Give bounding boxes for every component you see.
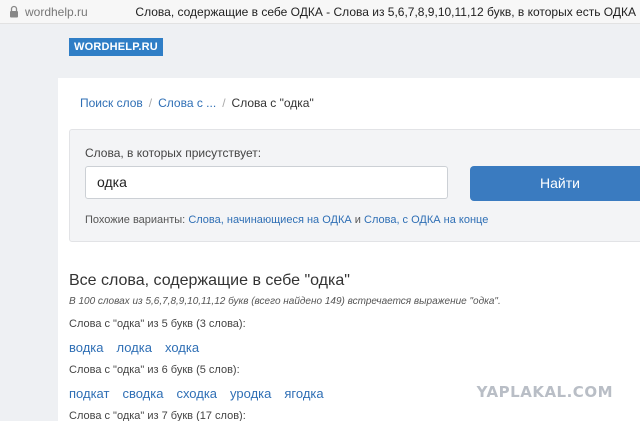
starts-with-link[interactable]: Слова, начинающиеся на ОДКА: [188, 214, 351, 226]
breadcrumb: Поиск слов / Слова с ... / Слова с "одка": [80, 96, 314, 110]
search-label: Слова, в которых присутствует:: [85, 146, 262, 160]
browser-address-bar: wordhelp.ru Слова, содержащие в себе ОДК…: [0, 0, 640, 24]
word-link[interactable]: лодка: [117, 340, 152, 355]
ends-with-link[interactable]: Слова, с ОДКА на конце: [364, 214, 488, 226]
group-heading-7: Слова с "одка" из 7 букв (17 слов):: [69, 410, 246, 421]
breadcrumb-separator: /: [222, 96, 226, 110]
word-link[interactable]: водка: [69, 340, 104, 355]
group-heading-6: Слова с "одка" из 6 букв (5 слов):: [69, 364, 240, 376]
breadcrumb-item-words-with[interactable]: Слова с ...: [158, 96, 216, 110]
main-content: Поиск слов / Слова с ... / Слова с "одка" Сл…: [58, 78, 640, 421]
site-header: WORDHELP.RU: [0, 24, 640, 78]
group-heading-5: Слова с "одка" из 5 букв (3 слова):: [69, 318, 246, 330]
find-button[interactable]: Найти: [470, 166, 640, 201]
word-link[interactable]: сходка: [176, 386, 217, 401]
breadcrumb-item-current: Слова с "одка": [231, 96, 314, 110]
word-link[interactable]: уродка: [230, 386, 271, 401]
word-list-6: подкат сводка сходка уродка ягодка: [69, 386, 337, 401]
lock-icon: [10, 5, 18, 18]
word-link[interactable]: сводка: [122, 386, 163, 401]
word-link[interactable]: подкат: [69, 386, 109, 401]
search-panel: Слова, в которых присутствует: одка Найт…: [69, 129, 640, 242]
page-tab-title: Слова, содержащие в себе ОДКА - Слова из…: [135, 5, 636, 19]
results-title: Все слова, содержащие в себе "одка": [69, 272, 350, 289]
breadcrumb-separator: /: [148, 96, 153, 110]
url-text[interactable]: wordhelp.ru: [25, 5, 88, 19]
similar-label: Похожие варианты:: [85, 214, 186, 226]
word-link[interactable]: ходка: [165, 340, 199, 355]
similar-and: и: [354, 214, 361, 226]
watermark: YAPLAKAL.COM: [476, 383, 613, 401]
results-description: В 100 словах из 5,6,7,8,9,10,11,12 букв …: [69, 296, 501, 307]
word-list-5: водка лодка ходка: [69, 340, 212, 355]
breadcrumb-item-search[interactable]: Поиск слов: [80, 96, 143, 110]
similar-variants: Похожие варианты: Слова, начинающиеся на…: [85, 214, 488, 226]
search-input[interactable]: одка: [85, 166, 448, 199]
site-logo[interactable]: WORDHELP.RU: [69, 38, 163, 56]
word-link[interactable]: ягодка: [284, 386, 323, 401]
